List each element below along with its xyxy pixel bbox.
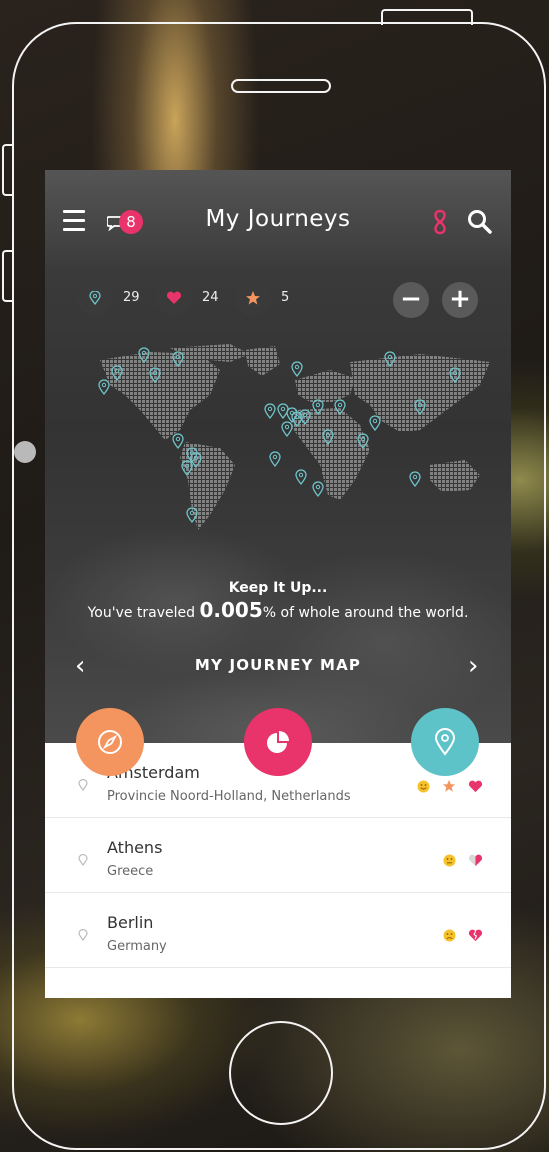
zoom-in-button[interactable]: + — [442, 282, 478, 318]
compass-button[interactable] — [76, 708, 144, 776]
location-pin-icon — [434, 728, 456, 756]
broken-heart-icon[interactable] — [468, 929, 483, 942]
location-pin-icon — [78, 929, 88, 941]
journey-region: Greece — [107, 864, 154, 879]
phone-volume-up — [2, 144, 14, 196]
journey-city: Berlin — [107, 913, 154, 932]
location-pin-icon — [78, 854, 88, 866]
app-screen: 8 My Journeys 29 24 5 − + Keep It Up... … — [45, 170, 511, 998]
journey-row[interactable]: Athens Greece — [45, 818, 511, 893]
pin-icon — [77, 280, 113, 316]
stat-pins-count: 29 — [123, 290, 140, 305]
pie-chart-icon — [267, 731, 289, 753]
neutral-face-icon[interactable] — [443, 854, 456, 867]
map-area: 8 My Journeys 29 24 5 − + Keep It Up... … — [45, 170, 511, 743]
journey-icons — [443, 854, 483, 867]
progress-headline: Keep It Up... — [228, 580, 328, 596]
journey-city: Athens — [107, 838, 163, 857]
location-pin-icon — [78, 779, 88, 791]
infinity-logo-icon — [434, 209, 446, 235]
search-icon[interactable] — [466, 208, 494, 236]
sad-face-icon[interactable] — [443, 929, 456, 942]
star-icon[interactable] — [442, 779, 456, 793]
app-header: 8 My Journeys — [45, 170, 511, 275]
stat-likes-count: 24 — [202, 290, 219, 305]
journey-map-label[interactable]: MY JOURNEY MAP — [45, 656, 511, 674]
progress-suffix: % of whole around the world. — [262, 605, 469, 621]
progress-message: You've traveled 0.005% of whole around t… — [45, 598, 511, 622]
star-icon — [235, 280, 271, 316]
phone-speaker — [231, 79, 331, 93]
journey-region: Provincie Noord-Holland, Netherlands — [107, 789, 351, 804]
stats-button[interactable] — [244, 708, 312, 776]
heart-icon[interactable] — [468, 780, 483, 793]
heart-icon — [156, 280, 192, 316]
stat-stars-count: 5 — [281, 290, 290, 305]
journey-icons — [443, 929, 483, 942]
zoom-out-button[interactable]: − — [393, 282, 429, 318]
journey-region: Germany — [107, 939, 167, 954]
location-button[interactable] — [411, 708, 479, 776]
compass-icon — [98, 730, 122, 754]
half-heart-icon[interactable] — [468, 854, 483, 867]
journey-list: Amsterdam Provincie Noord-Holland, Nethe… — [45, 743, 511, 998]
phone-volume-down — [2, 250, 14, 302]
journey-row[interactable]: Berlin Germany — [45, 893, 511, 968]
map-next-button[interactable]: › — [468, 653, 478, 679]
journey-icons — [417, 779, 483, 793]
smile-face-icon[interactable] — [417, 780, 430, 793]
world-map[interactable] — [70, 340, 490, 540]
phone-home-button[interactable] — [229, 1021, 333, 1125]
progress-value: 0.005 — [199, 598, 263, 622]
progress-prefix: You've traveled — [87, 605, 200, 621]
phone-knob — [14, 441, 36, 463]
